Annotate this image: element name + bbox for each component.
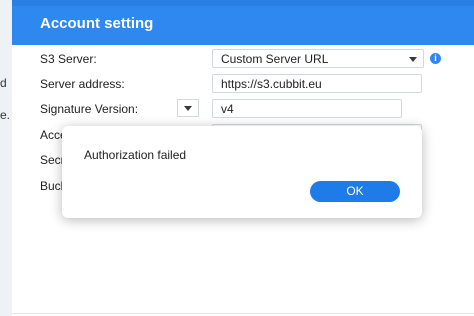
titlebar-top-shade	[12, 0, 474, 6]
s3-server-select[interactable]: Custom Server URL	[212, 49, 424, 68]
background-cut-label: d	[0, 76, 7, 90]
secret-key-label: Secr	[40, 153, 65, 167]
dialog-message: Authorization failed	[84, 148, 187, 162]
s3-server-value: Custom Server URL	[221, 52, 329, 66]
signature-version-value: v4	[221, 102, 234, 116]
authorization-failed-dialog: Authorization failed OK	[62, 126, 422, 218]
signature-version-input[interactable]: v4	[212, 99, 402, 118]
s3-server-label: S3 Server:	[40, 52, 97, 66]
signature-version-label: Signature Version:	[40, 102, 139, 116]
server-address-input[interactable]: https://s3.cubbit.eu	[212, 74, 422, 93]
server-address-value: https://s3.cubbit.eu	[221, 77, 322, 91]
chevron-down-icon	[409, 57, 417, 62]
background-cut-label: e.	[0, 108, 11, 122]
signature-version-select[interactable]	[177, 99, 199, 117]
server-address-label: Server address:	[40, 77, 125, 91]
window-title: Account setting	[40, 15, 154, 32]
ok-button[interactable]: OK	[310, 181, 400, 202]
info-icon[interactable]: i	[430, 53, 441, 64]
chevron-down-icon	[184, 106, 192, 111]
window-titlebar: Account setting	[12, 0, 474, 45]
window-bottom-divider	[12, 313, 474, 314]
